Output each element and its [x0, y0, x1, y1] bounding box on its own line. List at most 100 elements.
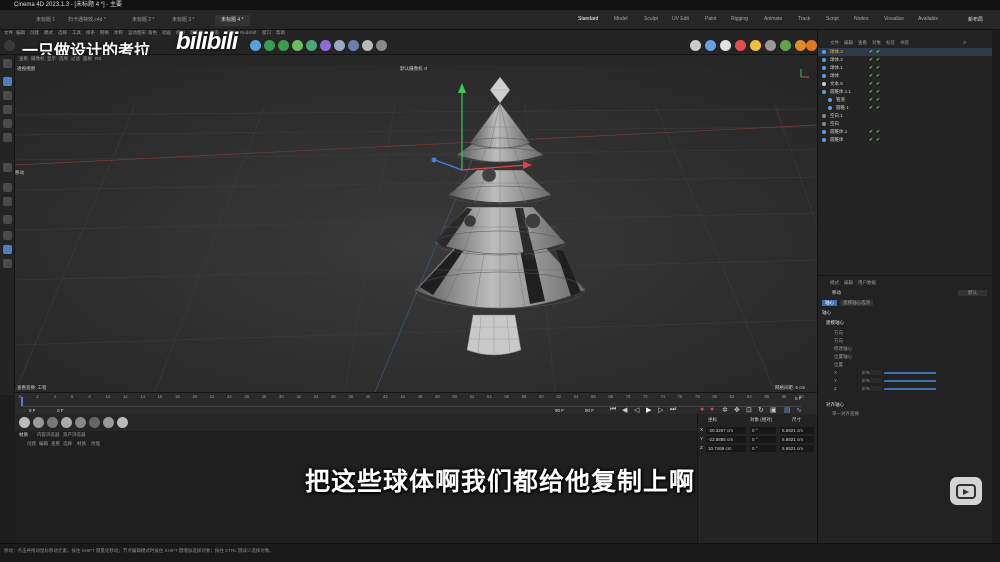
- keyframe-icon[interactable]: ✲: [722, 406, 728, 414]
- material-sphere-icon-5[interactable]: [75, 417, 86, 428]
- layout-tab-animate[interactable]: Animate: [764, 16, 782, 22]
- layout-tab-standard[interactable]: Standard: [578, 16, 598, 22]
- doc-tab-2[interactable]: 扫卡通特效.c4d *: [62, 15, 112, 26]
- am-slider-y[interactable]: [884, 380, 936, 382]
- menu-animation[interactable]: 动画: [162, 30, 171, 36]
- asset-icon[interactable]: [780, 40, 791, 51]
- play-icon[interactable]: ▶: [646, 406, 651, 414]
- om-menu-object[interactable]: 对象: [872, 40, 881, 46]
- tool-snap-icon[interactable]: [3, 183, 12, 192]
- menu-volume[interactable]: 体积: [114, 30, 123, 36]
- material-sphere-icon-8[interactable]: [117, 417, 128, 428]
- spline-pen-icon[interactable]: [264, 40, 275, 51]
- am-menu-edit[interactable]: 编辑: [844, 280, 853, 286]
- mat-menu-edit[interactable]: 编辑: [39, 441, 48, 447]
- tool-magnet-icon[interactable]: [3, 215, 12, 224]
- go-to-start-icon[interactable]: ⏮: [610, 406, 616, 414]
- layout-tab-available[interactable]: Available: [918, 16, 938, 22]
- play-back-icon[interactable]: ◁: [634, 406, 639, 414]
- cube-primitive-icon[interactable]: [250, 40, 261, 51]
- rotate-key-icon[interactable]: ↻: [758, 406, 764, 414]
- object-row[interactable]: 圆锥体.1 ✔ ✔: [818, 128, 993, 136]
- fcurve-icon[interactable]: ∿: [796, 406, 802, 414]
- vp-menu-display[interactable]: 显示: [47, 56, 56, 62]
- prev-key-icon[interactable]: ◀: [622, 406, 627, 414]
- tool-grid-icon[interactable]: [3, 231, 12, 240]
- ornament-sphere-2[interactable]: [525, 213, 541, 229]
- tool-workplane-icon[interactable]: [3, 197, 12, 206]
- am-slider-x[interactable]: [884, 372, 936, 374]
- layout-tab-visualize[interactable]: Visualize: [884, 16, 904, 22]
- move-key-icon[interactable]: ✥: [734, 406, 740, 414]
- am-tab-axis[interactable]: 轴心: [822, 300, 837, 306]
- render-queue-icon[interactable]: [720, 40, 731, 51]
- object-row[interactable]: 圆锥体.1.1 ✔ ✔: [818, 88, 993, 96]
- timeline-panel[interactable]: 0246810121416182022242628303234363840424…: [15, 392, 817, 416]
- object-row[interactable]: 圆锥.1 ✔ ✔: [818, 104, 993, 112]
- menu-character[interactable]: 角色: [148, 30, 157, 36]
- tool-points-icon[interactable]: [3, 91, 12, 100]
- am-subsection[interactable]: 建模轴心: [826, 320, 844, 326]
- field-icon[interactable]: [334, 40, 345, 51]
- menu-edit[interactable]: 编辑: [16, 30, 25, 36]
- camera-icon[interactable]: [362, 40, 373, 51]
- tool-lock-icon[interactable]: [3, 259, 12, 268]
- new-layout-button[interactable]: 新布局: [968, 16, 983, 23]
- material-sphere-icon-1[interactable]: [19, 417, 30, 428]
- object-row[interactable]: 圆锥体 ✔ ✔: [818, 136, 993, 144]
- coord-rot-x-field[interactable]: 0 °: [750, 427, 776, 434]
- redshift-icon[interactable]: [735, 40, 746, 51]
- sky-icon[interactable]: [750, 40, 761, 51]
- vp-menu-rs[interactable]: RS: [95, 56, 101, 61]
- am-slider-z[interactable]: [884, 388, 936, 390]
- tool-grid-active-icon[interactable]: [3, 245, 12, 254]
- cloner-icon[interactable]: [292, 40, 303, 51]
- doc-tab-5-active[interactable]: 未标题 4 *: [215, 15, 250, 26]
- layout-tab-model[interactable]: Model: [614, 16, 628, 22]
- coord-rot-z-field[interactable]: 0 °: [750, 445, 776, 452]
- material-sphere-icon-2[interactable]: [33, 417, 44, 428]
- timeline-ruler[interactable]: 0246810121416182022242628303234363840424…: [19, 393, 804, 401]
- vp-menu-camera[interactable]: 摄像机: [31, 56, 45, 62]
- am-value-z[interactable]: 0 %: [862, 386, 882, 391]
- am-tab-modeling-axis[interactable]: 建模轴心选项: [840, 300, 873, 306]
- material-preview-icon[interactable]: [765, 40, 776, 51]
- mat-tab-materials[interactable]: 材质: [19, 432, 28, 438]
- frame-end-field[interactable]: 90 F: [555, 408, 564, 413]
- next-frame-icon[interactable]: ▷: [658, 406, 663, 414]
- material-sphere-icon-3[interactable]: [47, 417, 58, 428]
- layout-tab-nodes[interactable]: Nodes: [854, 16, 868, 22]
- tree-trunk[interactable]: [466, 314, 522, 356]
- coord-pos-y-field[interactable]: -23.8885 cm: [706, 436, 746, 443]
- mat-tab-asset-browser[interactable]: 资产浏览器: [63, 432, 86, 438]
- vp-menu-filter[interactable]: 过滤: [71, 56, 80, 62]
- am-section-align[interactable]: 对齐轴心: [826, 402, 844, 408]
- array-icon[interactable]: [306, 40, 317, 51]
- object-row[interactable]: 文本.8 ✔ ✔: [818, 80, 993, 88]
- go-to-end-icon[interactable]: ⏭: [670, 406, 676, 414]
- menu-window[interactable]: 窗口: [262, 30, 271, 36]
- coord-header-object[interactable]: 对象 (相对): [750, 417, 772, 423]
- cube-orange-icon[interactable]: [795, 40, 806, 51]
- mat-menu-view[interactable]: 查看: [51, 441, 60, 447]
- menu-mograph[interactable]: 运动图形: [128, 30, 146, 36]
- layout-tab-uvedit[interactable]: UV Edit: [672, 16, 689, 22]
- menu-mode[interactable]: 模式: [44, 30, 53, 36]
- am-menu-userdata[interactable]: 用户数据: [858, 280, 876, 286]
- doc-tab-4[interactable]: 未标题 3 *: [166, 15, 201, 26]
- om-menu-file[interactable]: 文件: [830, 40, 839, 46]
- vp-menu-view[interactable]: 查看: [19, 56, 28, 62]
- coord-rot-y-field[interactable]: 0 °: [750, 436, 776, 443]
- mat-menu-create[interactable]: 创建: [27, 441, 36, 447]
- am-menu-mode[interactable]: 模式: [830, 280, 839, 286]
- object-row[interactable]: 空白: [818, 120, 993, 128]
- menu-redshift[interactable]: Redshift: [240, 30, 257, 35]
- ornament-sphere-1[interactable]: [463, 214, 477, 228]
- ornament-sphere-selected[interactable]: [481, 167, 497, 183]
- light-icon[interactable]: [376, 40, 387, 51]
- coord-size-y-field[interactable]: 5.6921 cm: [780, 436, 814, 443]
- tool-model-mode-icon[interactable]: [3, 77, 12, 86]
- menu-create[interactable]: 创建: [30, 30, 39, 36]
- undo-icon[interactable]: [4, 40, 15, 51]
- object-row[interactable]: 球体.3 ✔ ✔: [818, 48, 993, 56]
